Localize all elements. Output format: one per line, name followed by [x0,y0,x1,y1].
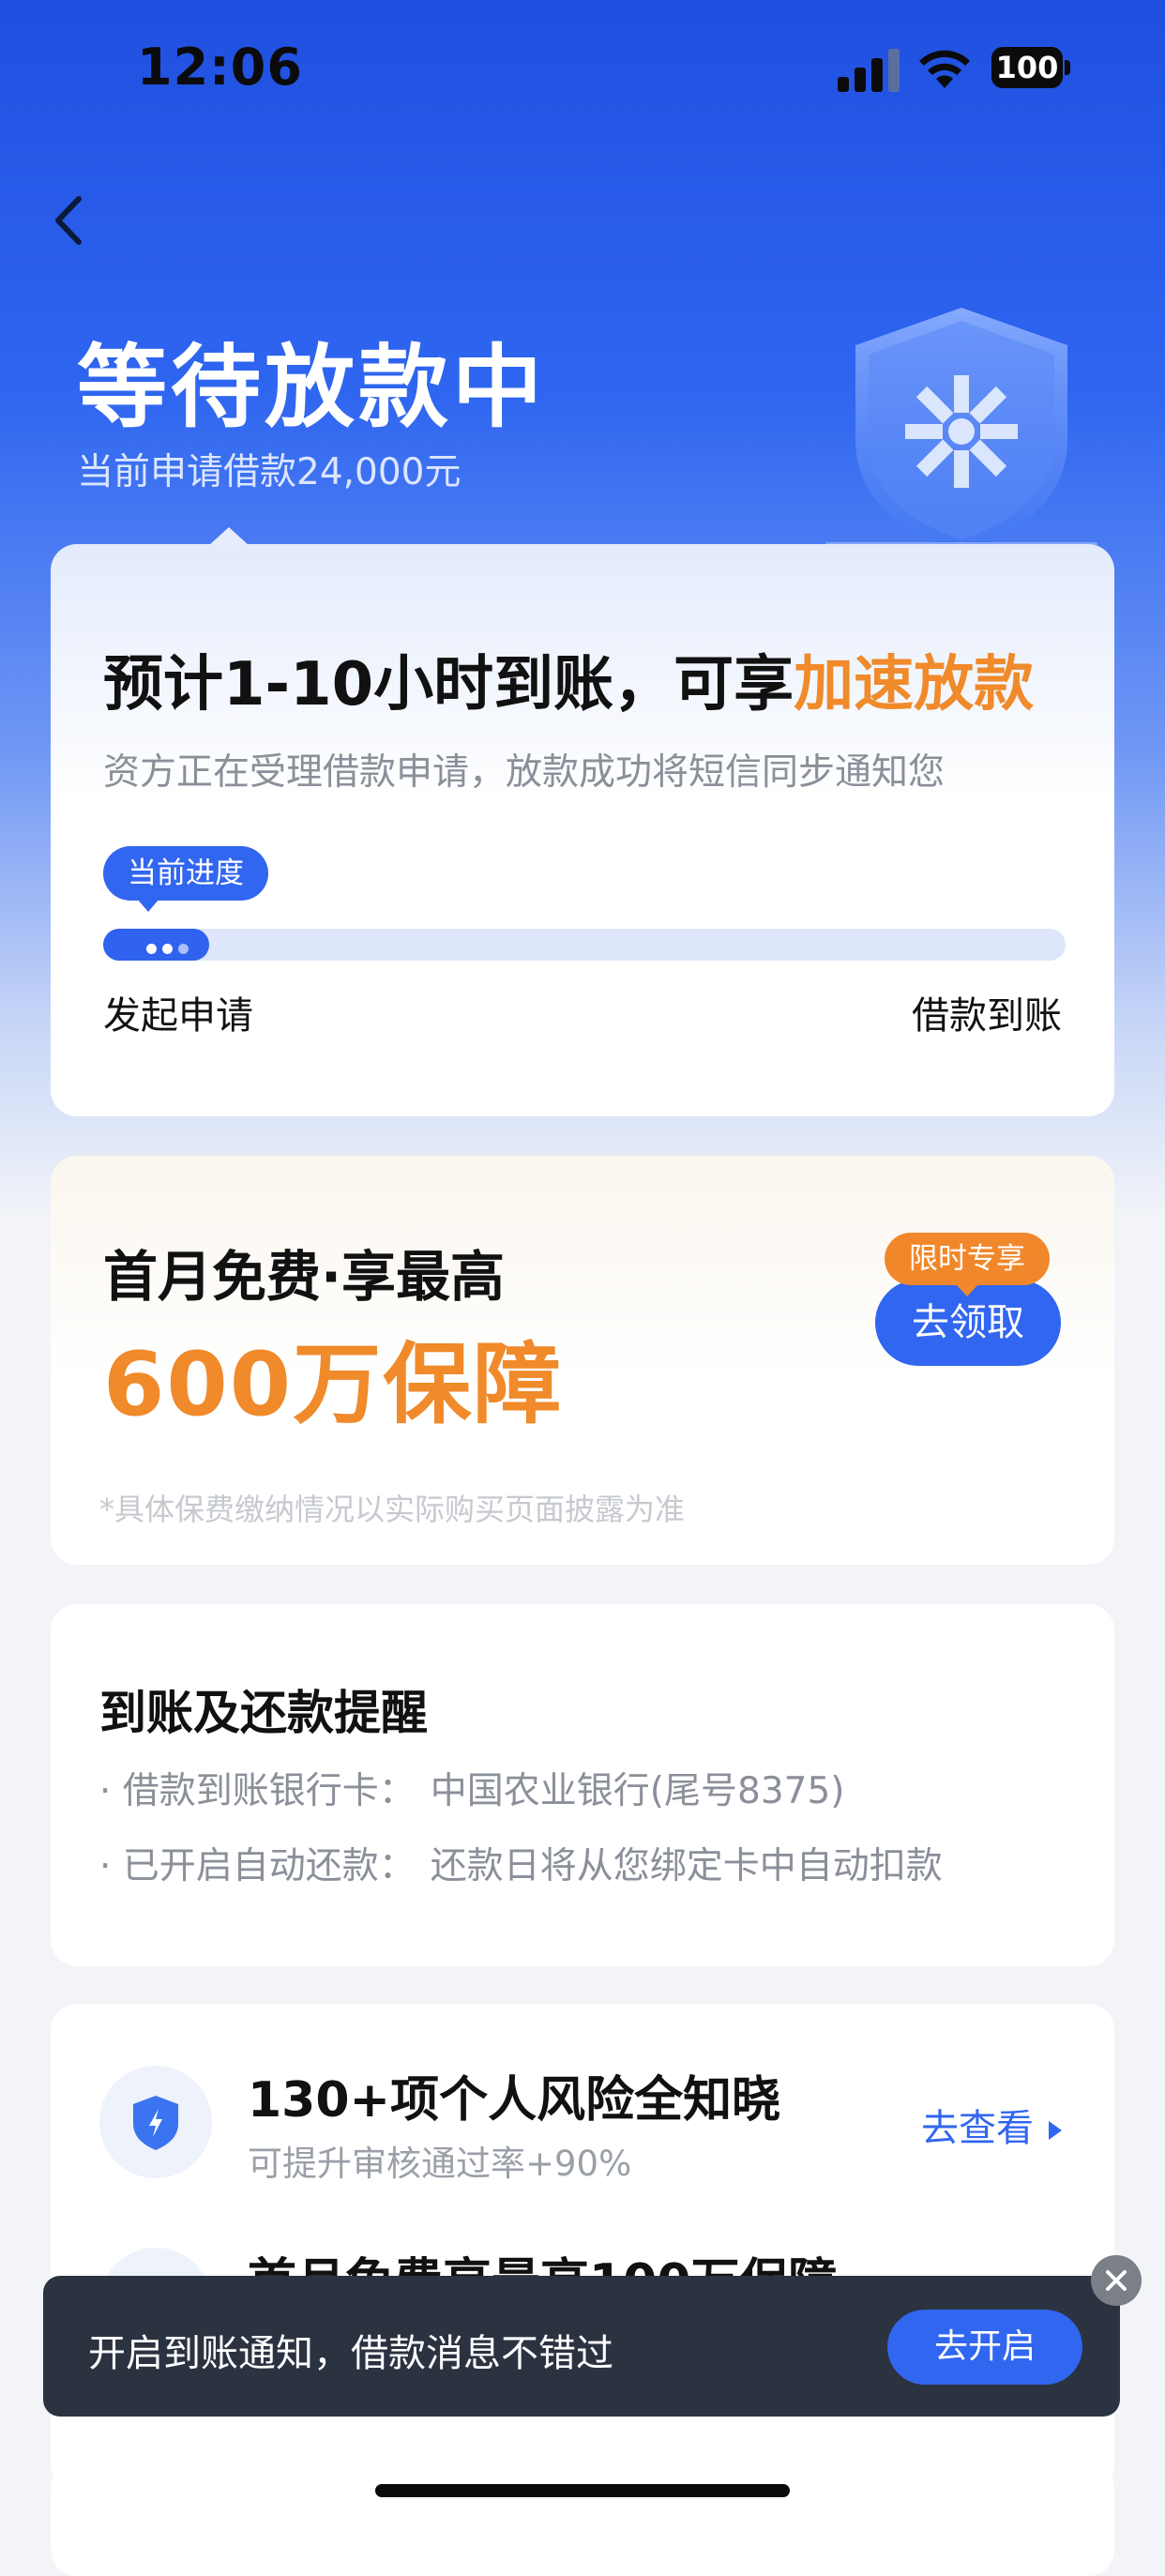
risk-item-title: 130+项个人风险全知晓 [248,2072,781,2129]
view-risk-link[interactable]: 去查看 [921,2098,1062,2152]
wifi-icon [919,50,970,88]
status-bar: 12:06 100 [0,0,1165,131]
enable-notification-button[interactable]: 去开启 [887,2310,1082,2385]
limited-offer-badge: 限时专享 [885,1233,1050,1296]
accelerated-release-text: 加速放款 [794,650,1035,720]
insurance-amount: 600万保障 [103,1334,564,1436]
toast-message: 开启到账通知，借款消息不错过 [88,2332,613,2375]
step-apply-label: 发起申请 [103,994,253,1038]
arrival-estimate: 预计1-10小时到账，可享加速放款 [103,650,1035,720]
shield-illustration-icon [825,308,1097,555]
reminder-title: 到账及还款提醒 [99,1686,428,1740]
processing-description: 资方正在受理借款申请，放款成功将短信同步通知您 [103,751,946,794]
progress-bar [103,929,1066,961]
close-icon[interactable] [1091,2255,1142,2306]
play-arrow-icon [1049,2121,1062,2140]
cellular-signal-icon [838,49,900,92]
loan-progress-card: 预计1-10小时到账，可享加速放款 资方正在受理借款申请，放款成功将短信同步通知… [51,527,1114,1116]
notification-toast: 开启到账通知，借款消息不错过 去开启 [43,2276,1120,2417]
home-indicator[interactable] [375,2484,790,2497]
current-progress-tip: 当前进度 [103,846,268,912]
progress-fill [103,929,209,961]
insurance-headline: 首月免费·享最高 [103,1245,506,1309]
insurance-disclaimer: *具体保费缴纳情况以实际购买页面披露为准 [99,1492,686,1527]
arrival-repayment-reminder-card: 到账及还款提醒 · 借款到账银行卡： 中国农业银行(尾号8375) · 已开启自动… [51,1604,1114,1966]
risk-shield-icon [99,2066,212,2178]
step-arrival-label: 借款到账 [912,994,1062,1038]
risk-services-card: 130+项个人风险全知晓 可提升审核通过率+90% 去查看 首月免费享最高100… [51,2004,1114,2492]
back-arrow-icon[interactable] [47,188,94,253]
next-card-partial [51,2463,1114,2576]
auto-repay-row: · 已开启自动还款： 还款日将从您绑定卡中自动扣款 [99,1845,943,1887]
battery-icon: 100 [991,47,1072,88]
bank-card-row: · 借款到账银行卡： 中国农业银行(尾号8375) [99,1770,845,1812]
insurance-promo-card: 首月免费·享最高 600万保障 限时专享 去领取 *具体保费缴纳情况以实际购买页… [51,1156,1114,1565]
battery-level: 100 [991,47,1063,88]
status-time: 12:06 [137,38,303,97]
loan-amount-subtitle: 当前申请借款24,000元 [77,451,461,493]
page-title: 等待放款中 [77,335,546,440]
risk-item-subtitle: 可提升审核通过率+90% [248,2144,632,2184]
